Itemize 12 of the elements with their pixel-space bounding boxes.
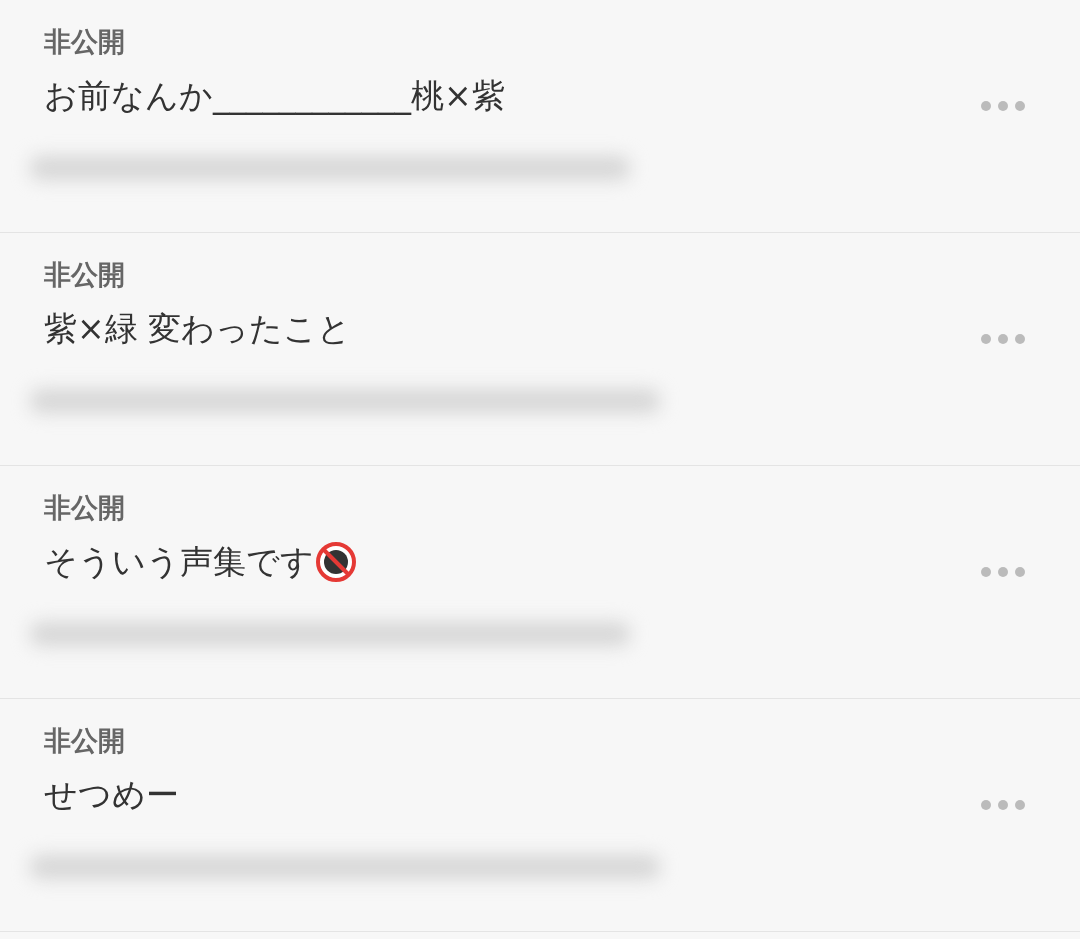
- visibility-label: 非公開: [44, 25, 125, 59]
- work-title[interactable]: お前なんか____________桃×紫: [44, 74, 505, 118]
- visibility-label: 非公開: [44, 258, 125, 292]
- work-title[interactable]: せつめー: [44, 773, 179, 817]
- more-icon[interactable]: [980, 799, 1026, 811]
- more-icon[interactable]: [980, 566, 1026, 578]
- more-icon[interactable]: [980, 333, 1026, 345]
- more-icon[interactable]: [980, 100, 1026, 112]
- visibility-label: 非公開: [44, 491, 125, 525]
- work-title[interactable]: 紫×緑 変わったこと: [44, 307, 352, 351]
- visibility-label: 非公開: [44, 724, 125, 758]
- work-title[interactable]: そういう声集です: [44, 540, 314, 584]
